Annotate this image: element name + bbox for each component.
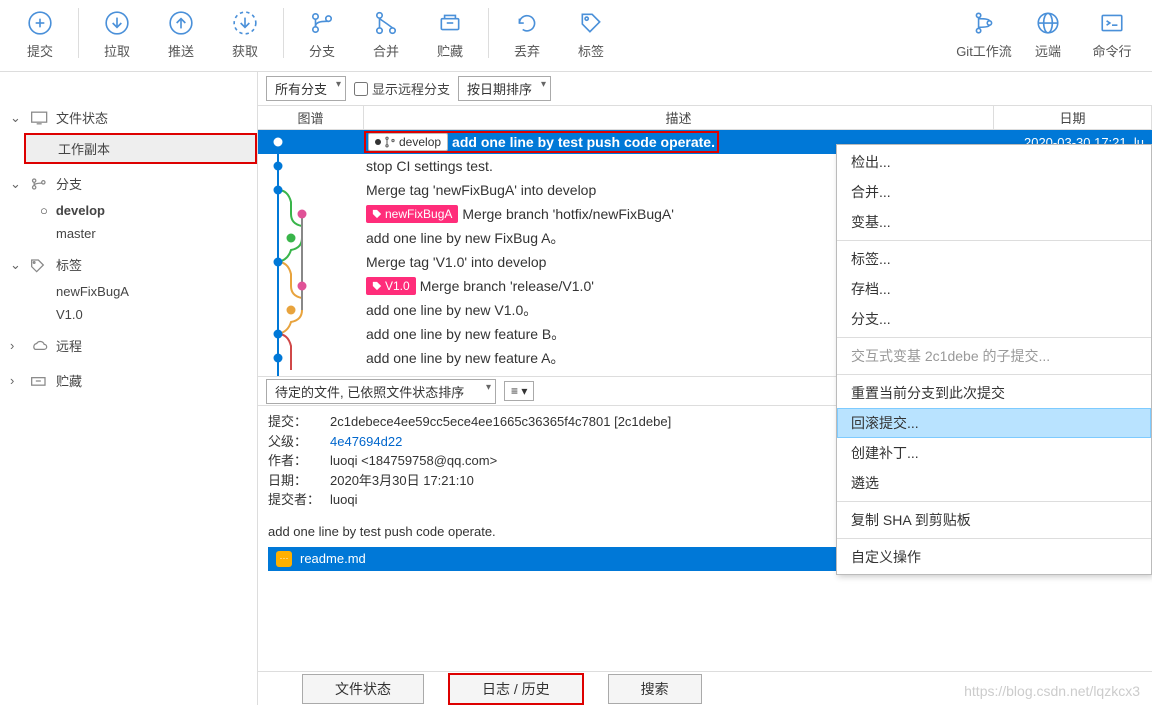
commit-button[interactable]: 提交 — [8, 4, 72, 64]
sidebar-remotes-header[interactable]: ›远程 — [0, 330, 257, 361]
ctx-tag[interactable]: 标签... — [837, 244, 1151, 274]
header-graph: 图谱 — [258, 106, 364, 129]
fetch-button[interactable]: 获取 — [213, 4, 277, 64]
main-toolbar: 提交 拉取 推送 获取 分支 合并 贮藏 丢弃 标签 Git工作流 远端 命令行 — [0, 0, 1152, 72]
ctx-interactive-rebase: 交互式变基 2c1debe 的子提交... — [837, 341, 1151, 371]
gitflow-button[interactable]: Git工作流 — [952, 4, 1016, 64]
globe-icon — [1034, 9, 1062, 37]
plus-circle-icon — [26, 9, 54, 37]
header-date: 日期 — [994, 106, 1152, 129]
stash-icon — [436, 9, 464, 37]
file-modified-icon: ··· — [276, 551, 292, 567]
stash-icon — [30, 373, 50, 389]
branch-button[interactable]: 分支 — [290, 4, 354, 64]
ctx-patch[interactable]: 创建补丁... — [837, 438, 1151, 468]
chevron-right-icon: › — [10, 338, 24, 353]
branch-icon — [384, 136, 396, 148]
view-options-button[interactable]: ≡ ▾ — [504, 381, 534, 401]
ctx-branch[interactable]: 分支... — [837, 304, 1151, 334]
commit-tag: newFixBugA — [366, 205, 458, 223]
monitor-icon — [30, 110, 50, 126]
ctx-reset[interactable]: 重置当前分支到此次提交 — [837, 378, 1151, 408]
pull-button[interactable]: 拉取 — [85, 4, 149, 64]
sort-dropdown[interactable]: 按日期排序 — [458, 76, 551, 101]
ctx-checkout[interactable]: 检出... — [837, 147, 1151, 177]
remote-button[interactable]: 远端 — [1016, 4, 1080, 64]
stash-button[interactable]: 贮藏 — [418, 4, 482, 64]
tag-icon — [577, 9, 605, 37]
tab-log-history[interactable]: 日志 / 历史 — [448, 673, 584, 705]
header-desc: 描述 — [364, 106, 994, 129]
sidebar-file-status-header[interactable]: ⌄文件状态 — [0, 102, 257, 133]
separator — [78, 8, 79, 58]
upload-circle-icon — [167, 9, 195, 37]
sidebar-tag-v10[interactable]: V1.0 — [0, 303, 257, 326]
tab-file-status[interactable]: 文件状态 — [302, 674, 424, 704]
ctx-revert[interactable]: 回滚提交... — [837, 408, 1151, 438]
branch-icon — [30, 176, 50, 192]
ctx-merge[interactable]: 合并... — [837, 177, 1151, 207]
ctx-rebase[interactable]: 变基... — [837, 207, 1151, 237]
cloud-icon — [30, 338, 50, 354]
download-circle-icon — [103, 9, 131, 37]
sidebar-branches-header[interactable]: ⌄分支 — [0, 168, 257, 199]
chevron-down-icon: ⌄ — [10, 257, 24, 273]
current-branch-tag: develop — [368, 133, 448, 151]
ctx-cherry-pick[interactable]: 遴选 — [837, 468, 1151, 498]
show-remote-checkbox[interactable]: 显示远程分支 — [354, 79, 450, 98]
commit-tag: V1.0 — [366, 277, 416, 295]
tag-button[interactable]: 标签 — [559, 4, 623, 64]
filter-bar: 所有分支 显示远程分支 按日期排序 — [258, 72, 1152, 106]
parent-link[interactable]: 4e47694d22 — [330, 432, 402, 452]
discard-icon — [513, 9, 541, 37]
ctx-custom[interactable]: 自定义操作 — [837, 542, 1151, 572]
terminal-icon — [1098, 9, 1126, 37]
merge-button[interactable]: 合并 — [354, 4, 418, 64]
merge-icon — [372, 9, 400, 37]
chevron-down-icon: ⌄ — [10, 110, 24, 126]
sidebar-tags-header[interactable]: ⌄标签 — [0, 249, 257, 280]
sidebar: ⌄文件状态 工作副本 ⌄分支 ○develop master ⌄标签 newFi… — [0, 72, 258, 705]
commit-headers: 图谱 描述 日期 — [258, 106, 1152, 130]
discard-button[interactable]: 丢弃 — [495, 4, 559, 64]
sidebar-stashes-header[interactable]: ›贮藏 — [0, 365, 257, 396]
sidebar-working-copy[interactable]: 工作副本 — [24, 133, 257, 164]
gitflow-icon — [970, 9, 998, 37]
sidebar-branch-develop[interactable]: ○develop — [0, 199, 257, 222]
branch-filter-dropdown[interactable]: 所有分支 — [266, 76, 346, 101]
terminal-button[interactable]: 命令行 — [1080, 4, 1144, 64]
chevron-down-icon: ⌄ — [10, 176, 24, 192]
file-status-filter[interactable]: 待定的文件, 已依照文件状态排序 — [266, 379, 496, 404]
tab-search[interactable]: 搜索 — [608, 674, 702, 704]
ctx-copy-sha[interactable]: 复制 SHA 到剪贴板 — [837, 505, 1151, 535]
tag-icon — [30, 257, 50, 273]
fetch-icon — [231, 9, 259, 37]
push-button[interactable]: 推送 — [149, 4, 213, 64]
separator — [283, 8, 284, 58]
separator — [488, 8, 489, 58]
sidebar-tag-newfixbuga[interactable]: newFixBugA — [0, 280, 257, 303]
commit-context-menu: 检出... 合并... 变基... 标签... 存档... 分支... 交互式变… — [836, 144, 1152, 575]
watermark: https://blog.csdn.net/lqzkcx3 — [964, 683, 1140, 699]
ctx-archive[interactable]: 存档... — [837, 274, 1151, 304]
branch-icon — [308, 9, 336, 37]
sidebar-branch-master[interactable]: master — [0, 222, 257, 245]
chevron-right-icon: › — [10, 373, 24, 388]
